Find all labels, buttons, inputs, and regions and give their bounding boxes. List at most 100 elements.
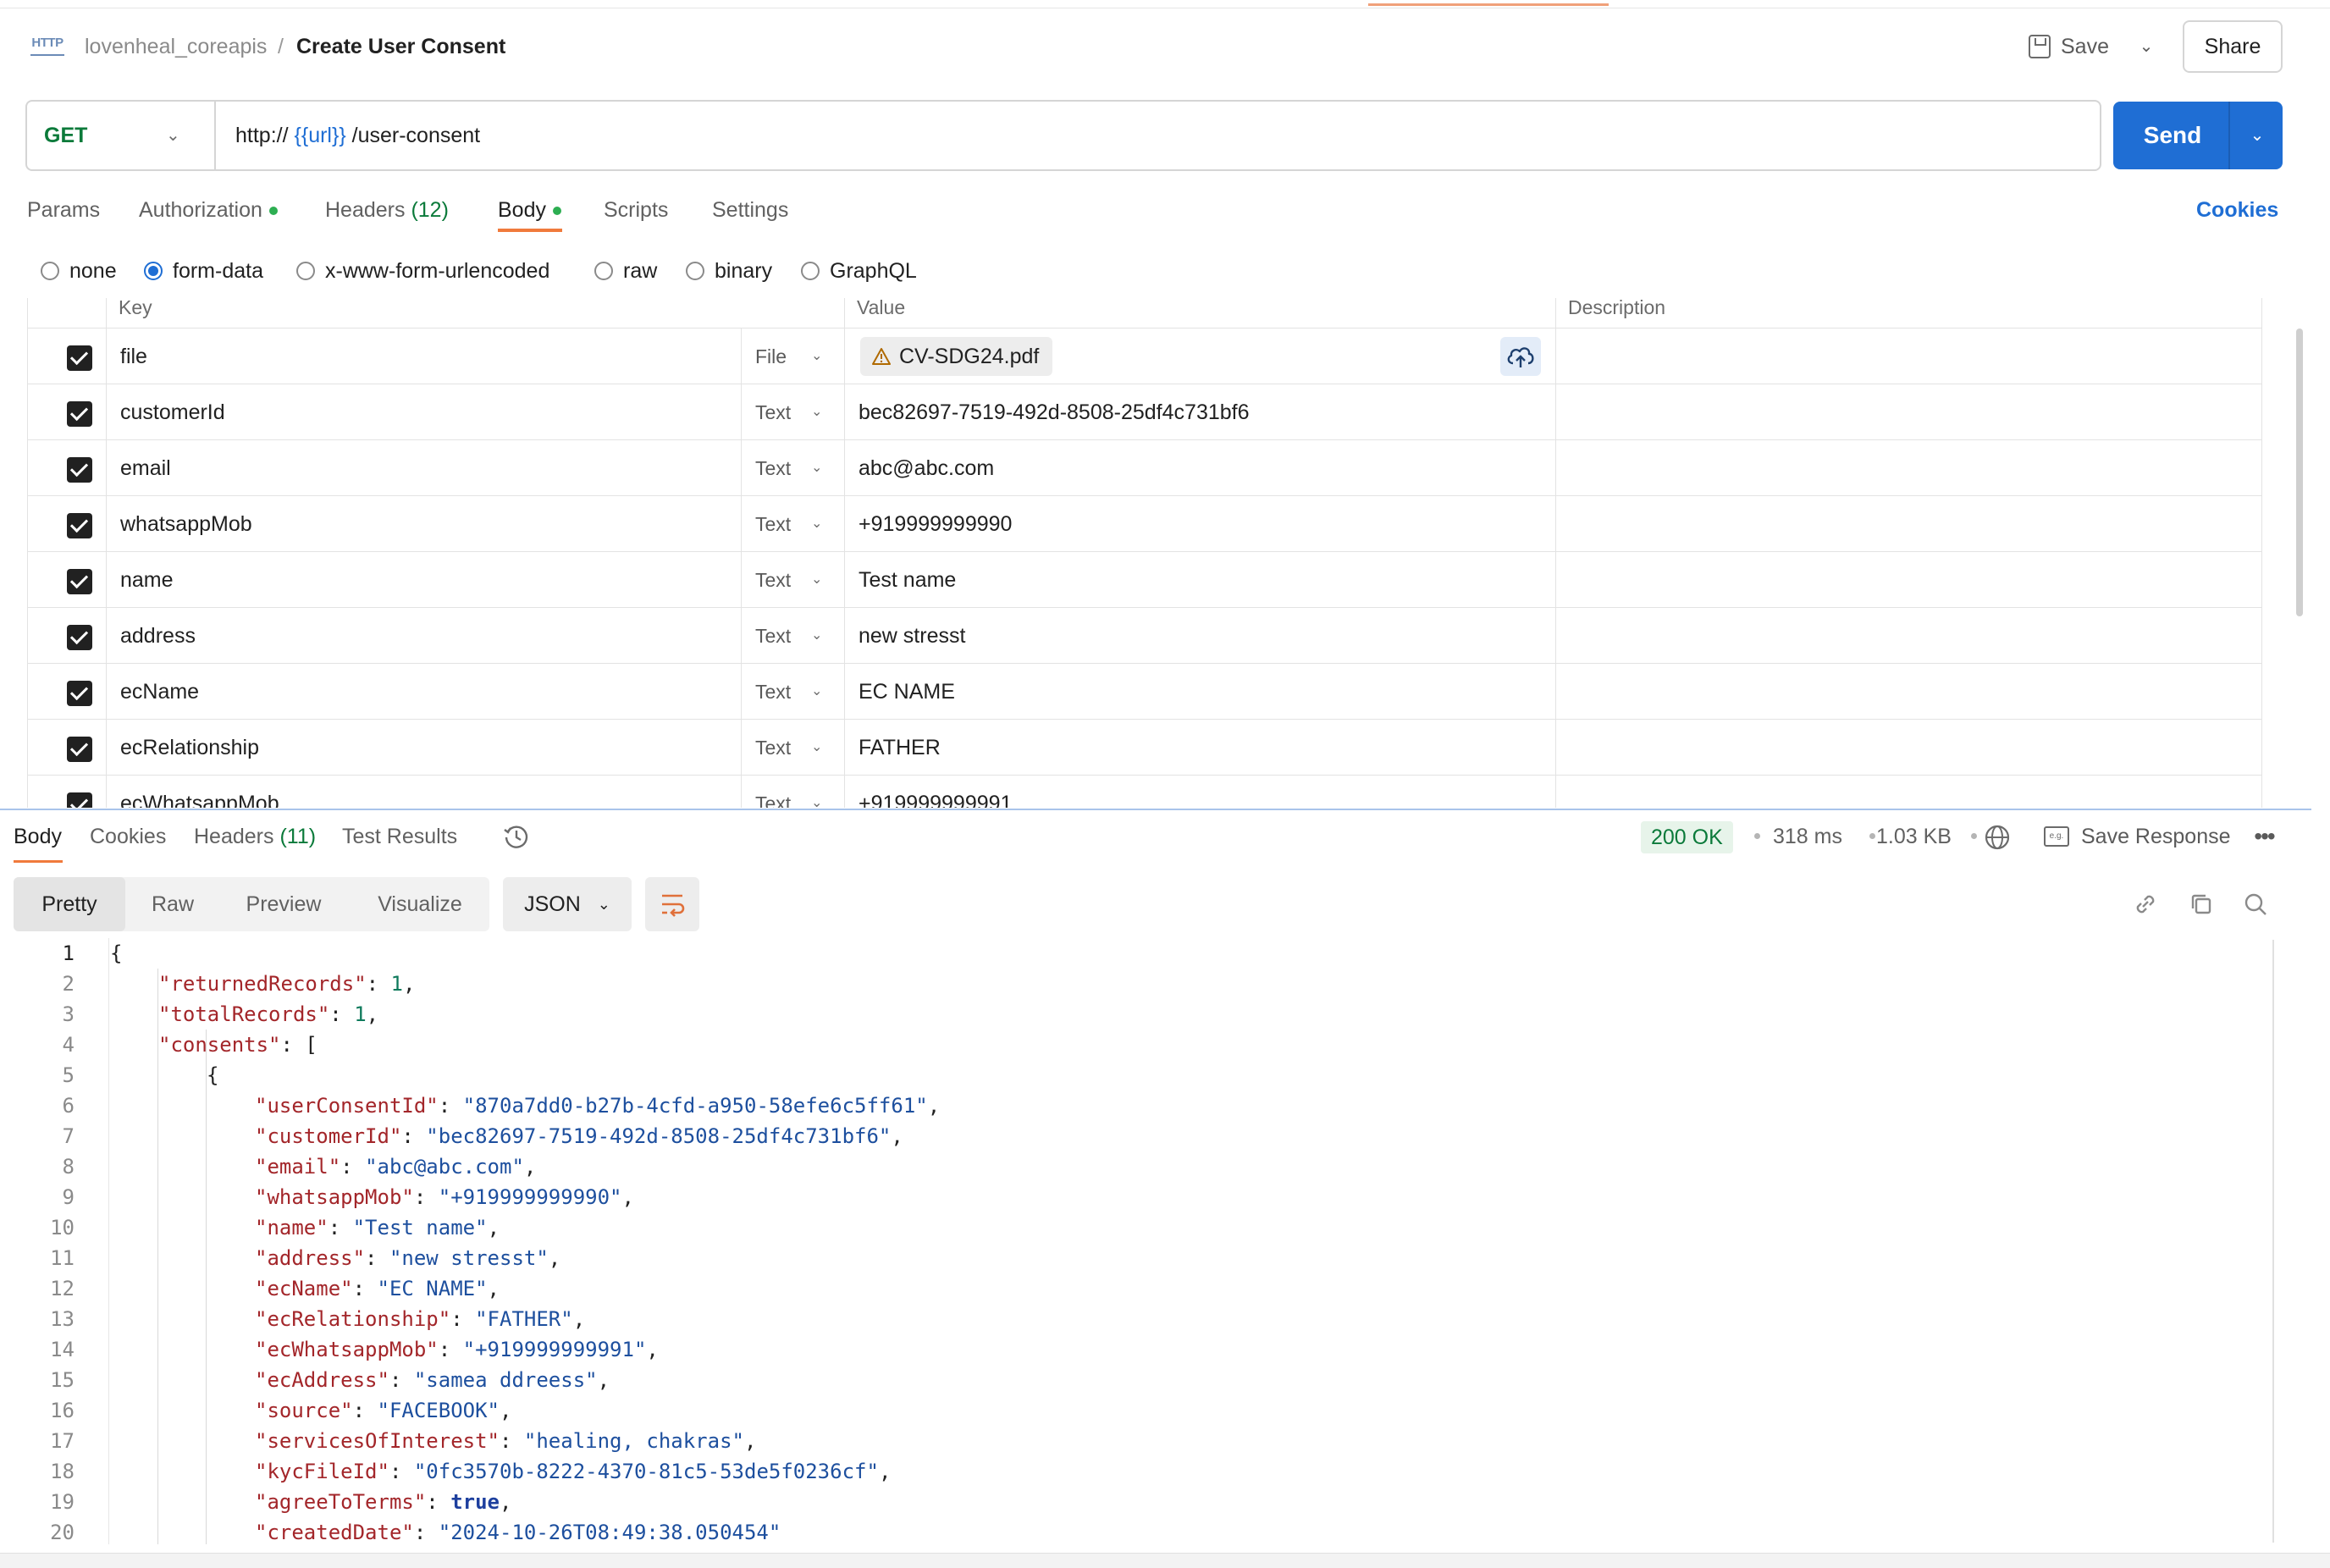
response-tab-body[interactable]: Body (14, 820, 62, 853)
response-size[interactable]: 1.03 KB (1876, 820, 1952, 853)
response-time[interactable]: 318 ms (1773, 820, 1842, 853)
table-scrollbar[interactable] (2296, 329, 2303, 616)
chevron-down-icon: ⌄ (811, 461, 823, 475)
save-options-chevron-icon[interactable]: ⌄ (2135, 32, 2157, 61)
description-cell[interactable] (1555, 720, 2261, 776)
description-cell[interactable] (1555, 608, 2261, 664)
value-cell[interactable]: bec82697-7519-492d-8508-25df4c731bf6 (844, 384, 1555, 440)
request-title[interactable]: Create User Consent (296, 29, 505, 64)
wrap-lines-button[interactable] (645, 877, 699, 931)
copy-icon[interactable] (2186, 889, 2217, 919)
description-cell[interactable] (1555, 496, 2261, 552)
globe-icon[interactable] (1983, 823, 2012, 852)
pane-resize-handle[interactable] (0, 809, 2311, 810)
file-chip[interactable]: CV-SDG24.pdf (860, 337, 1053, 376)
url-variable[interactable]: {{url}} (295, 124, 346, 147)
value-cell[interactable]: Test name (844, 552, 1555, 608)
description-cell[interactable] (1555, 440, 2261, 496)
row-checkbox[interactable] (67, 792, 92, 808)
upload-button[interactable] (1500, 337, 1541, 376)
type-select[interactable]: Text ⌄ (741, 496, 844, 552)
tab-headers[interactable]: Headers (12) (325, 193, 449, 227)
url-input[interactable]: http:// {{url}} /user-consent (235, 119, 480, 152)
save-button[interactable]: Save (2029, 25, 2122, 68)
key-cell[interactable]: file (106, 329, 741, 384)
row-checkbox[interactable] (67, 457, 92, 483)
row-checkbox[interactable] (67, 681, 92, 706)
description-cell[interactable] (1555, 776, 2261, 808)
radio-form-data[interactable]: form-data (144, 254, 263, 288)
key-cell[interactable]: name (106, 552, 741, 608)
breadcrumb-collection[interactable]: lovenheal_coreapis (85, 29, 267, 64)
key-cell[interactable]: ecWhatsappMob (106, 776, 741, 808)
value-cell[interactable]: abc@abc.com (844, 440, 1555, 496)
type-label: Text (755, 569, 792, 591)
radio-raw[interactable]: raw (594, 254, 657, 288)
view-pretty-button[interactable]: Pretty (14, 877, 125, 931)
tab-params[interactable]: Params (27, 193, 100, 227)
radio-graphql[interactable]: GraphQL (801, 254, 917, 288)
tab-body[interactable]: Body (498, 193, 561, 227)
send-button[interactable]: Send ⌄ (2113, 102, 2283, 169)
type-select[interactable]: Text ⌄ (741, 552, 844, 608)
key-cell[interactable]: address (106, 608, 741, 664)
key-cell[interactable]: ecRelationship (106, 720, 741, 776)
history-icon[interactable] (501, 821, 532, 852)
type-select[interactable]: Text ⌄ (741, 776, 844, 808)
key-cell[interactable]: whatsappMob (106, 496, 741, 552)
type-select[interactable]: Text ⌄ (741, 384, 844, 440)
value-cell[interactable]: EC NAME (844, 664, 1555, 720)
description-cell[interactable] (1555, 384, 2261, 440)
more-options-icon[interactable]: ••• (2249, 820, 2279, 853)
json-key: "source" (255, 1399, 353, 1422)
share-button[interactable]: Share (2183, 20, 2283, 73)
response-tab-test-results[interactable]: Test Results (342, 820, 457, 853)
format-select[interactable]: JSON ⌄ (503, 877, 632, 931)
row-checkbox[interactable] (67, 401, 92, 427)
type-select[interactable]: Text ⌄ (741, 720, 844, 776)
type-select[interactable]: Text ⌄ (741, 440, 844, 496)
type-select[interactable]: Text ⌄ (741, 608, 844, 664)
tab-scripts[interactable]: Scripts (604, 193, 668, 227)
view-raw-button[interactable]: Raw (125, 877, 220, 931)
status-badge[interactable]: 200 OK (1641, 821, 1733, 853)
tab-authorization[interactable]: Authorization (139, 193, 278, 227)
row-checkbox[interactable] (67, 513, 92, 538)
view-preview-button[interactable]: Preview (220, 877, 347, 931)
radio-binary[interactable]: binary (686, 254, 772, 288)
row-checkbox[interactable] (67, 737, 92, 762)
send-options-chevron-icon[interactable]: ⌄ (2233, 102, 2281, 169)
cookies-link[interactable]: Cookies (2196, 193, 2278, 227)
code-scrollbar-track[interactable] (2272, 940, 2274, 1543)
radio-urlencoded[interactable]: x-www-form-urlencoded (296, 254, 549, 288)
value-cell[interactable]: +919999999991 (844, 776, 1555, 808)
method-chevron-icon[interactable]: ⌄ (166, 120, 185, 151)
code-text: "kycFileId": "0fc3570b-8222-4370-81c5-53… (255, 1456, 891, 1487)
value-cell[interactable]: new stresst (844, 608, 1555, 664)
response-tab-headers[interactable]: Headers (11) (194, 820, 316, 853)
tab-settings[interactable]: Settings (712, 193, 788, 227)
send-label[interactable]: Send (2113, 102, 2232, 169)
row-checkbox[interactable] (67, 569, 92, 594)
search-icon[interactable] (2240, 889, 2271, 919)
description-cell[interactable] (1555, 552, 2261, 608)
value-cell[interactable]: +919999999990 (844, 496, 1555, 552)
response-tab-cookies[interactable]: Cookies (90, 820, 166, 853)
save-response-button[interactable]: e.g. Save Response (2044, 820, 2231, 853)
value-cell[interactable]: CV-SDG24.pdf (844, 329, 1555, 384)
description-cell[interactable] (1555, 329, 2261, 384)
type-select[interactable]: File ⌄ (741, 329, 844, 384)
key-cell[interactable]: email (106, 440, 741, 496)
key-cell[interactable]: ecName (106, 664, 741, 720)
link-icon[interactable] (2130, 889, 2161, 919)
view-visualize-button[interactable]: Visualize (354, 877, 486, 931)
row-checkbox[interactable] (67, 625, 92, 650)
key-cell[interactable]: customerId (106, 384, 741, 440)
row-checkbox[interactable] (67, 345, 92, 371)
value-cell[interactable]: FATHER (844, 720, 1555, 776)
radio-none[interactable]: none (41, 254, 117, 288)
type-select[interactable]: Text ⌄ (741, 664, 844, 720)
response-body-code[interactable]: 1{2 "returnedRecords": 1, 3 "totalRecords":… (0, 938, 2278, 1544)
description-cell[interactable] (1555, 664, 2261, 720)
method-select[interactable]: GET (44, 119, 87, 152)
